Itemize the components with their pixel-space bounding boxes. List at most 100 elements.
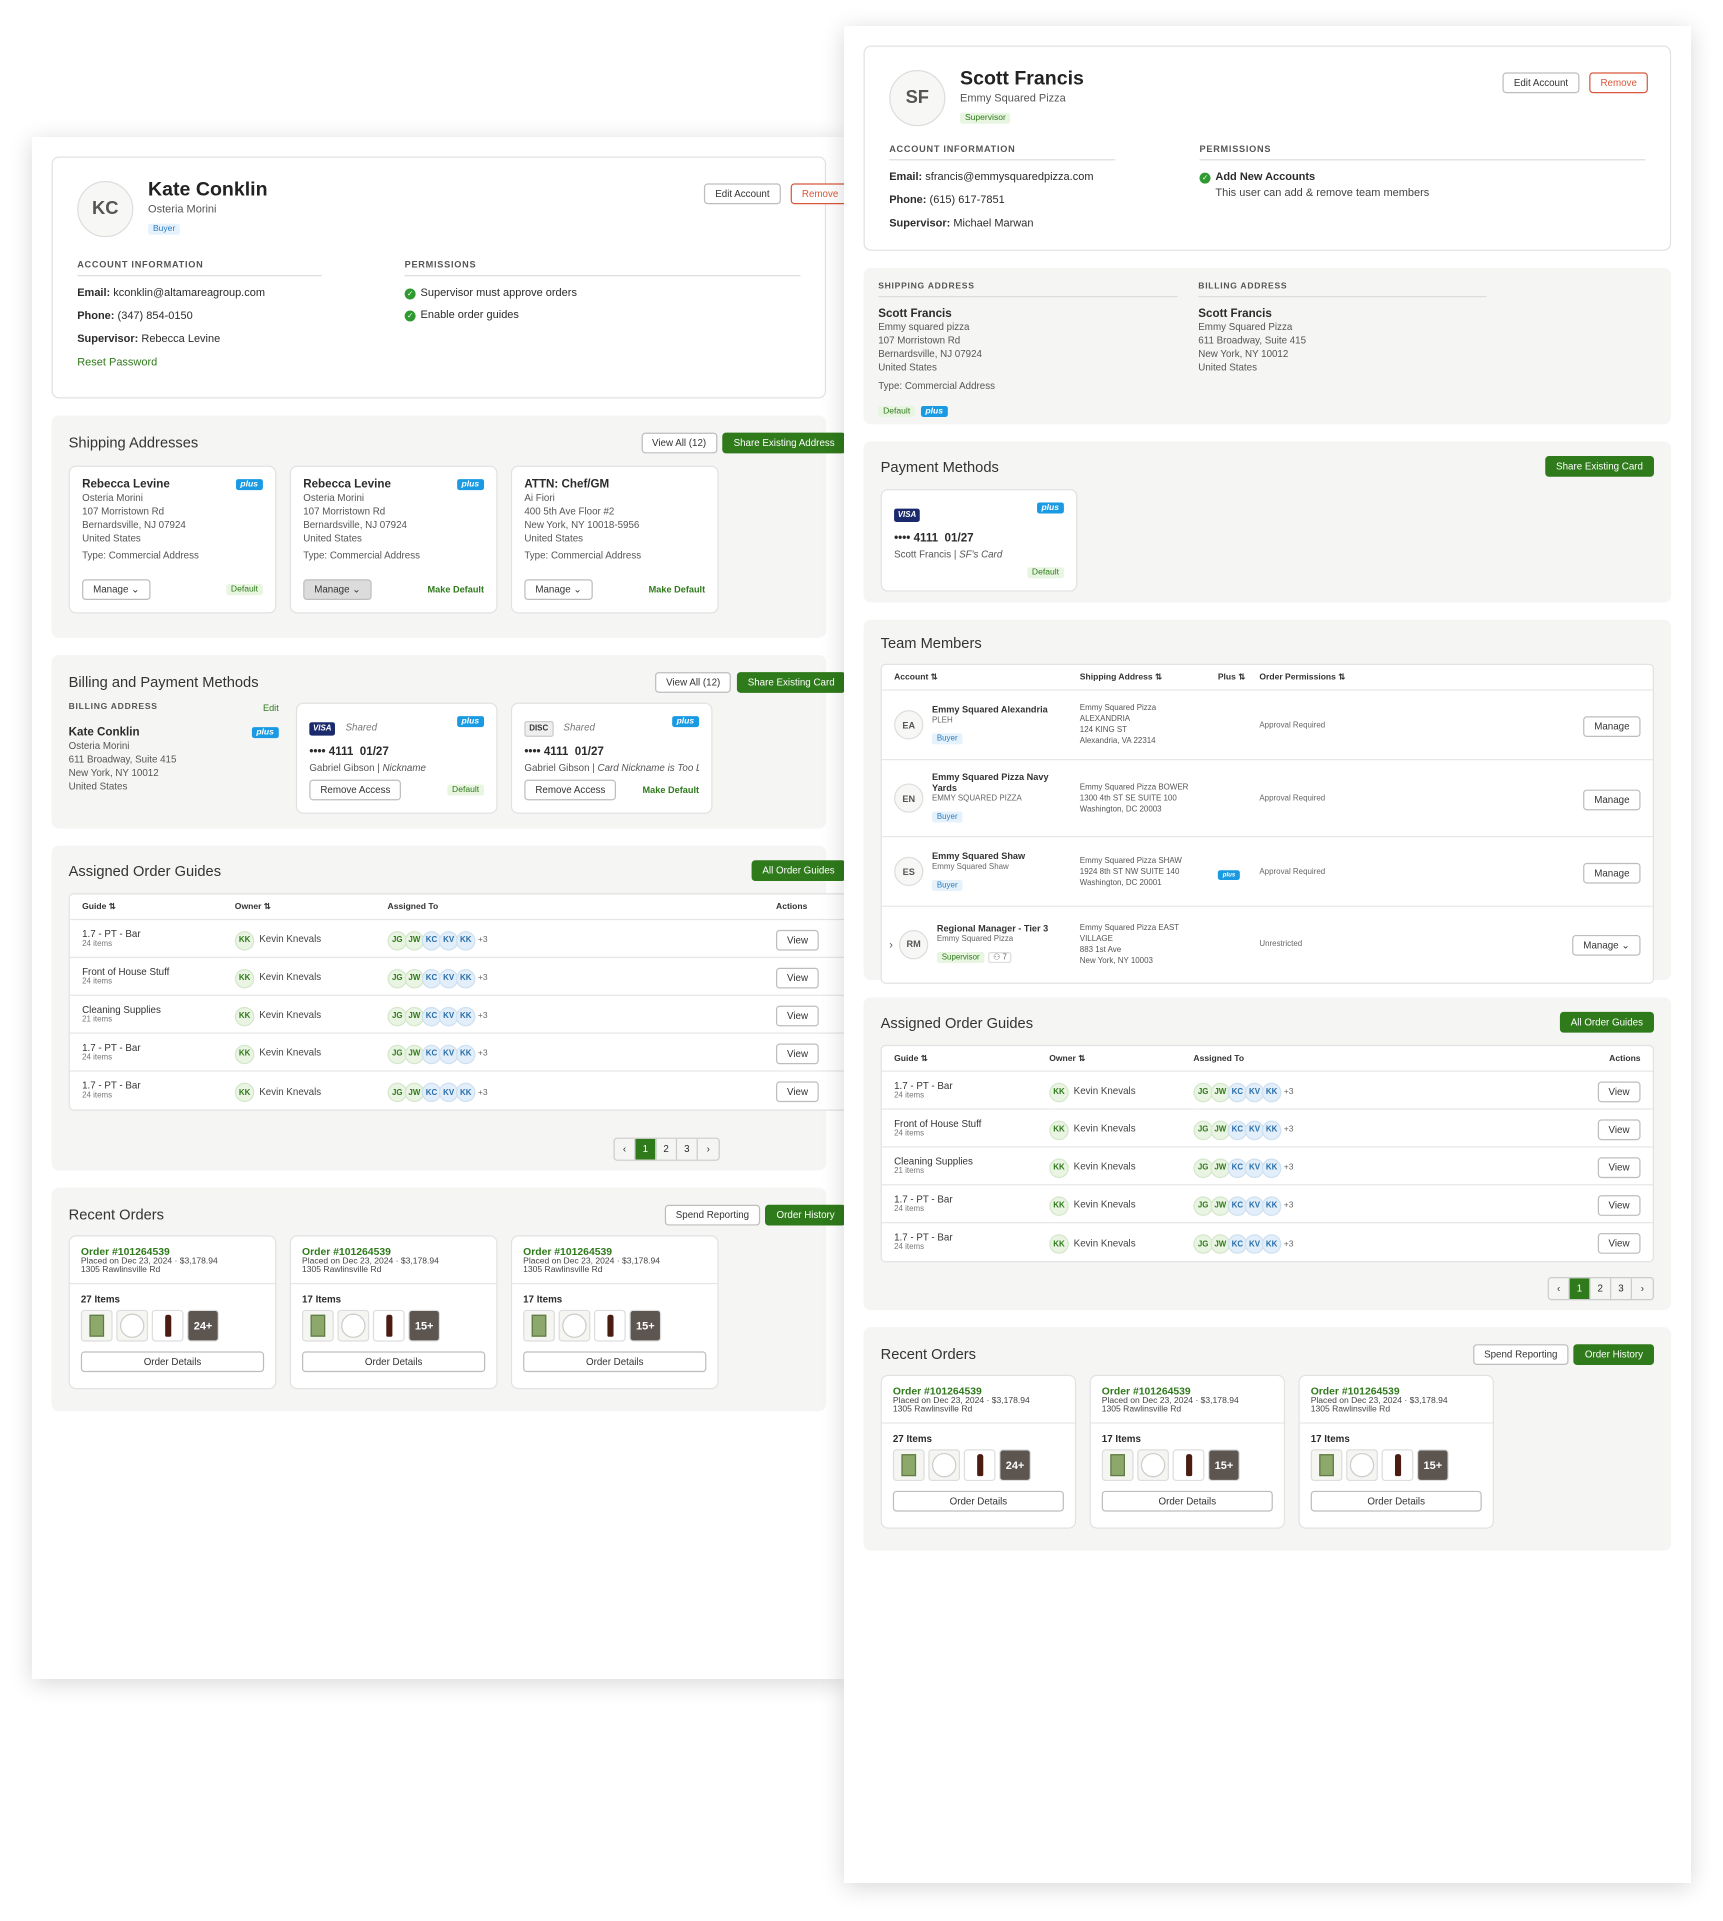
order-details-button[interactable]: Order Details	[892, 1490, 1064, 1512]
prev-page-button[interactable]: ‹	[1549, 1278, 1570, 1300]
view-button[interactable]: View	[776, 1081, 820, 1102]
edit-account-button[interactable]: Edit Account	[704, 183, 781, 205]
all-order-guides-button[interactable]: All Order Guides	[751, 860, 846, 882]
guide-name[interactable]: 1.7 - PT - Bar	[894, 1194, 1037, 1205]
order-id-link[interactable]: Order #101264539	[81, 1245, 264, 1257]
address-line: Bernardsville, NJ 07924	[303, 519, 407, 531]
team-members-section: Team Members Account ⇅ Shipping Address …	[863, 619, 1672, 984]
remove-button[interactable]: Remove	[790, 183, 846, 205]
more-items-badge: 15+	[1208, 1449, 1240, 1482]
col-actions: Actions	[776, 902, 808, 911]
order-details-button[interactable]: Order Details	[80, 1351, 265, 1373]
payment-card: VISA Shared plus •••• 4111 01/27 Gabriel…	[295, 702, 498, 814]
guide-name[interactable]: Cleaning Supplies	[82, 1004, 222, 1015]
edit-link[interactable]: Edit	[263, 703, 279, 714]
shipping-address-header: SHIPPING ADDRESS	[878, 283, 1178, 298]
chevron-right-icon[interactable]: ›	[889, 938, 893, 950]
manage-dropdown[interactable]: Manage ⌄	[303, 579, 372, 601]
guide-name[interactable]: 1.7 - PT - Bar	[894, 1232, 1037, 1243]
manage-button[interactable]: Manage	[1583, 715, 1641, 737]
table-row: Cleaning Supplies 21 items KK Kevin Kneval…	[69, 995, 846, 1033]
prev-page-button[interactable]: ‹	[615, 1138, 636, 1160]
assignee-avatar: KK	[455, 968, 476, 989]
order-details-button[interactable]: Order Details	[1310, 1490, 1482, 1512]
order-details-button[interactable]: Order Details	[1101, 1490, 1273, 1512]
order-id-link[interactable]: Order #101264539	[893, 1385, 1064, 1397]
order-permission: Approval Required	[1259, 720, 1326, 730]
account-info-header: ACCOUNT INFORMATION	[77, 259, 322, 277]
page-3[interactable]: 3	[677, 1138, 698, 1160]
order-history-button[interactable]: Order History	[1573, 1344, 1654, 1365]
view-button[interactable]: View	[776, 1005, 820, 1026]
order-details-button[interactable]: Order Details	[301, 1351, 486, 1373]
view-button[interactable]: View	[776, 1042, 820, 1064]
view-button[interactable]: View	[1597, 1080, 1641, 1102]
view-button[interactable]: View	[1597, 1118, 1641, 1140]
order-card: Order #101264539 Placed on Dec 23, 2024 …	[880, 1374, 1077, 1529]
view-button[interactable]: View	[776, 929, 820, 951]
edit-account-button[interactable]: Edit Account	[1502, 72, 1580, 94]
guide-name[interactable]: Front of House Stuff	[82, 967, 222, 978]
page-2[interactable]: 2	[1590, 1278, 1612, 1300]
view-all-button[interactable]: View All (12)	[655, 672, 732, 693]
order-history-button[interactable]: Order History	[765, 1204, 846, 1226]
more-items-badge: 15+	[629, 1309, 662, 1342]
col-owner[interactable]: Owner ⇅	[235, 894, 388, 919]
col-guide[interactable]: Guide ⇅	[882, 1046, 1049, 1071]
view-button[interactable]: View	[776, 967, 820, 988]
col-owner[interactable]: Owner ⇅	[1049, 1046, 1193, 1071]
order-card: Order #101264539 Placed on Dec 23, 2024 …	[1298, 1374, 1494, 1529]
guide-name[interactable]: 1.7 - PT - Bar	[894, 1080, 1037, 1091]
next-page-button[interactable]: ›	[1632, 1278, 1653, 1299]
page-1[interactable]: 1	[635, 1138, 657, 1160]
remove-access-button[interactable]: Remove Access	[309, 779, 402, 801]
manage-dropdown[interactable]: Manage ⌄	[82, 579, 151, 601]
reset-password-link[interactable]: Reset Password	[77, 356, 321, 368]
spend-reporting-button[interactable]: Spend Reporting	[1473, 1344, 1569, 1365]
col-plus[interactable]: Plus ⇅	[1218, 665, 1260, 690]
order-id-link[interactable]: Order #101264539	[302, 1245, 485, 1257]
all-order-guides-button[interactable]: All Order Guides	[1559, 1011, 1654, 1033]
order-id-link[interactable]: Order #101264539	[523, 1245, 706, 1257]
col-account[interactable]: Account ⇅	[882, 665, 1080, 690]
guide-name[interactable]: 1.7 - PT - Bar	[82, 929, 222, 940]
col-shipping[interactable]: Shipping Address ⇅	[1080, 665, 1218, 690]
page-1[interactable]: 1	[1569, 1278, 1591, 1300]
share-address-button[interactable]: Share Existing Address	[722, 432, 846, 454]
manage-dropdown[interactable]: Manage ⌄	[524, 579, 593, 601]
make-default-link[interactable]: Make Default	[649, 584, 706, 595]
page-3[interactable]: 3	[1611, 1278, 1632, 1300]
manage-button[interactable]: Manage	[1583, 788, 1641, 810]
share-card-button[interactable]: Share Existing Card	[736, 672, 846, 693]
view-button[interactable]: View	[1597, 1194, 1641, 1216]
order-details-button[interactable]: Order Details	[523, 1351, 707, 1373]
guide-name[interactable]: Cleaning Supplies	[894, 1156, 1037, 1167]
remove-access-button[interactable]: Remove Access	[524, 779, 617, 801]
guide-name[interactable]: 1.7 - PT - Bar	[82, 1042, 222, 1053]
billing-name: Kate Conklin	[68, 725, 140, 740]
spend-reporting-button[interactable]: Spend Reporting	[664, 1204, 761, 1226]
permission-desc: This user can add & remove team members	[1215, 186, 1430, 199]
product-bottle-icon	[1381, 1449, 1414, 1482]
manage-button[interactable]: Manage ⌄	[1572, 935, 1641, 957]
share-card-button[interactable]: Share Existing Card	[1545, 456, 1654, 477]
view-button[interactable]: View	[1597, 1232, 1641, 1254]
guide-name[interactable]: 1.7 - PT - Bar	[82, 1080, 222, 1091]
next-page-button[interactable]: ›	[698, 1139, 719, 1160]
order-id-link[interactable]: Order #101264539	[1102, 1385, 1273, 1397]
make-default-link[interactable]: Make Default	[643, 785, 700, 796]
order-id-link[interactable]: Order #101264539	[1311, 1385, 1482, 1397]
owner-name: Kevin Knevals	[1073, 1199, 1136, 1211]
section-title: Billing and Payment Methods	[68, 672, 259, 690]
make-default-link[interactable]: Make Default	[428, 584, 485, 595]
order-placed: Placed on Dec 23, 2024 · $3,178.94	[1310, 1396, 1448, 1406]
view-all-button[interactable]: View All (12)	[641, 432, 718, 454]
col-guide[interactable]: Guide ⇅	[70, 894, 235, 919]
remove-button[interactable]: Remove	[1589, 72, 1648, 94]
guide-name[interactable]: Front of House Stuff	[894, 1118, 1037, 1129]
manage-button[interactable]: Manage	[1583, 862, 1641, 884]
col-permissions[interactable]: Order Permissions ⇅	[1259, 665, 1567, 690]
page-2[interactable]: 2	[656, 1138, 678, 1160]
view-button[interactable]: View	[1597, 1156, 1641, 1178]
section-title: Assigned Order Guides	[68, 862, 222, 880]
